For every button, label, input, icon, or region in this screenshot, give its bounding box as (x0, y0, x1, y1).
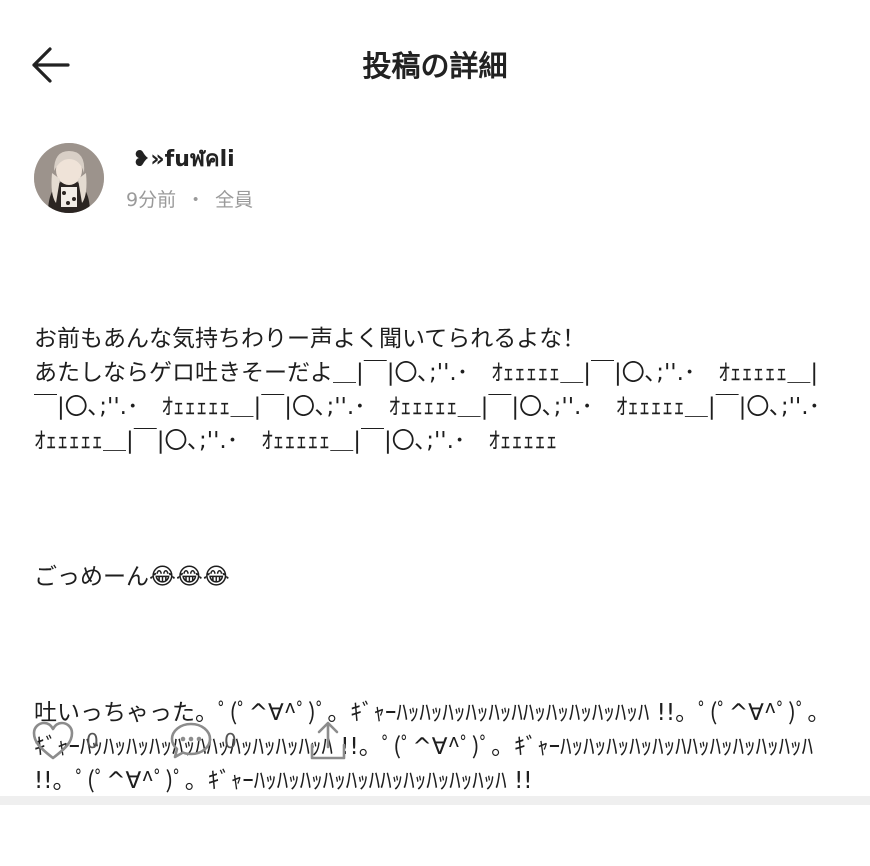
share-upload-icon (310, 721, 346, 760)
post-paragraph: お前もあんな気持ちわりー声よく聞いてられるよな！ あたしならゲロ吐きそーだよ＿|… (34, 326, 821, 454)
comment-bubble-icon (170, 722, 212, 759)
post-actions: 0 0 (30, 716, 430, 766)
page-title: 投稿の詳細 (362, 49, 508, 83)
author-name[interactable]: ❥»fuฬคli (132, 144, 235, 176)
post-time: 9分前 (126, 189, 177, 211)
like-button[interactable]: 0 (30, 716, 99, 766)
post-meta: 9分前・全員 (126, 186, 253, 214)
post-audience: 全員 (215, 189, 254, 211)
author-row: ❥»fuฬคli 9分前・全員 (34, 140, 734, 220)
comment-count: 0 (224, 729, 237, 753)
top-app-bar: 投稿の詳細 (0, 0, 870, 130)
like-count: 0 (86, 729, 99, 753)
post-paragraph: ごっめーん😂😂😂 (34, 564, 230, 590)
heart-icon (32, 721, 74, 760)
avatar-image (34, 143, 104, 213)
avatar[interactable] (34, 143, 104, 213)
share-button[interactable] (306, 716, 350, 766)
bottom-divider (0, 796, 870, 805)
comment-button[interactable]: 0 (168, 716, 237, 766)
meta-separator: ・ (186, 189, 206, 211)
post-body: お前もあんな気持ちわりー声よく聞いてられるよな！ あたしならゲロ吐きそーだよ＿|… (34, 254, 834, 866)
